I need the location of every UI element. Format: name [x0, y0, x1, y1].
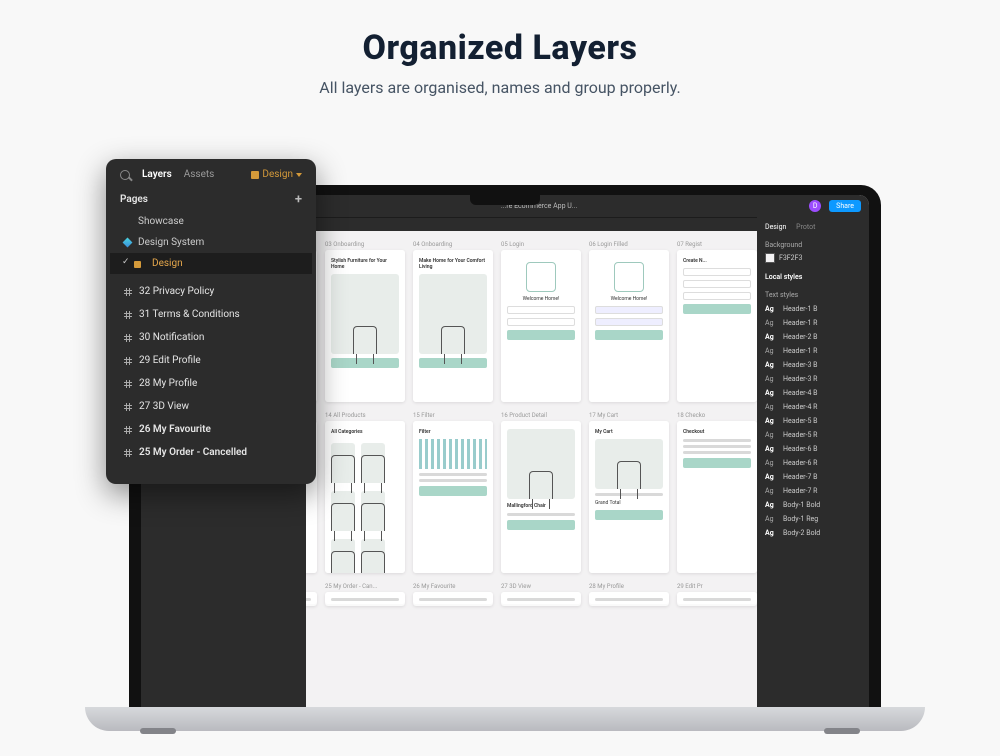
- artboard[interactable]: Filter: [413, 421, 493, 573]
- frame-label[interactable]: 27 3D View: [501, 583, 581, 590]
- frame-icon: [124, 426, 132, 434]
- artboard[interactable]: My CartGrand Total: [589, 421, 669, 573]
- frame-label[interactable]: 05 Login: [501, 241, 581, 248]
- layer-row[interactable]: 25 My Order - Cancelled: [110, 441, 312, 464]
- text-style-row[interactable]: AgHeader-6 B: [765, 445, 861, 453]
- artboard[interactable]: Stylish Furniture for Your Home: [325, 250, 405, 402]
- frame-icon: [124, 311, 132, 319]
- artboard[interactable]: Mallingford Chair: [501, 421, 581, 573]
- bg-hex[interactable]: F3F2F3: [779, 254, 802, 262]
- text-style-row[interactable]: AgHeader-5 B: [765, 417, 861, 425]
- share-button[interactable]: Share: [829, 200, 861, 212]
- frame-icon: [124, 449, 132, 457]
- text-style-row[interactable]: AgHeader-7 B: [765, 473, 861, 481]
- frame-icon: [124, 380, 132, 388]
- artboard[interactable]: [325, 592, 405, 606]
- bg-swatch[interactable]: [765, 253, 775, 263]
- background-label: Background: [765, 241, 861, 249]
- page-subtitle: All layers are organised, names and grou…: [0, 78, 1000, 97]
- add-page-icon[interactable]: +: [295, 192, 302, 207]
- inspect-panel: Design Protot Background F3F2F3 Local st…: [757, 217, 869, 707]
- frame-label[interactable]: 25 My Order - Can...: [325, 583, 405, 590]
- user-avatar[interactable]: D: [809, 200, 821, 212]
- layer-row[interactable]: 30 Notification: [110, 326, 312, 349]
- frame-label[interactable]: 26 My Favourite: [413, 583, 493, 590]
- laptop-foot: [824, 728, 860, 734]
- artboard[interactable]: Checkout: [677, 421, 757, 573]
- text-style-row[interactable]: AgHeader-5 R: [765, 431, 861, 439]
- artboard[interactable]: [589, 592, 669, 606]
- artboard[interactable]: All Categories: [325, 421, 405, 573]
- notch: [470, 195, 540, 205]
- layers-panel: Layers Assets Design Pages + Showcase De…: [106, 159, 316, 484]
- tab-layers[interactable]: Layers: [142, 169, 172, 180]
- laptop-foot: [140, 728, 176, 734]
- laptop-base: [85, 707, 925, 731]
- text-style-row[interactable]: AgHeader-4 B: [765, 389, 861, 397]
- tab-design[interactable]: Design: [765, 223, 786, 231]
- text-style-row[interactable]: AgHeader-2 B: [765, 333, 861, 341]
- frame-label[interactable]: 04 Onboarding: [413, 241, 493, 248]
- text-style-row[interactable]: AgHeader-6 R: [765, 459, 861, 467]
- search-icon[interactable]: [120, 170, 130, 180]
- artboard[interactable]: Welcome Home!: [501, 250, 581, 402]
- artboard[interactable]: [501, 592, 581, 606]
- layer-row[interactable]: 26 My Favourite: [110, 418, 312, 441]
- frame-label[interactable]: 29 Edit Pr: [677, 583, 757, 590]
- text-style-row[interactable]: AgHeader-1 R: [765, 319, 861, 327]
- pages-heading: Pages: [120, 194, 148, 205]
- frame-label[interactable]: 03 Onboarding: [325, 241, 405, 248]
- tab-assets[interactable]: Assets: [184, 169, 215, 180]
- tab-prototype[interactable]: Protot: [796, 223, 815, 231]
- text-styles-label: Text styles: [765, 291, 861, 299]
- chevron-down-icon: [296, 173, 302, 177]
- layer-row[interactable]: 27 3D View: [110, 395, 312, 418]
- page-item-showcase[interactable]: Showcase: [110, 211, 312, 232]
- text-style-row[interactable]: AgHeader-1 R: [765, 347, 861, 355]
- artboard[interactable]: Welcome Home!: [589, 250, 669, 402]
- artboard[interactable]: Create N...: [677, 250, 757, 402]
- text-style-row[interactable]: AgHeader-1 B: [765, 305, 861, 313]
- frame-icon: [124, 288, 132, 296]
- text-style-row[interactable]: AgHeader-7 R: [765, 487, 861, 495]
- frame-label[interactable]: 07 Regist: [677, 241, 757, 248]
- frame-label[interactable]: 15 Filter: [413, 412, 493, 419]
- page-title: Organized Layers: [0, 28, 1000, 68]
- artboard[interactable]: [413, 592, 493, 606]
- frame-icon: [124, 357, 132, 365]
- layer-row[interactable]: 29 Edit Profile: [110, 349, 312, 372]
- text-style-row[interactable]: AgBody-1 Bold: [765, 501, 861, 509]
- frame-label[interactable]: 06 Login Filled: [589, 241, 669, 248]
- page-item-design[interactable]: Design: [110, 253, 312, 274]
- text-style-row[interactable]: AgHeader-3 B: [765, 361, 861, 369]
- text-style-row[interactable]: AgHeader-4 R: [765, 403, 861, 411]
- layer-row[interactable]: 32 Privacy Policy: [110, 280, 312, 303]
- artboard[interactable]: [677, 592, 757, 606]
- text-style-row[interactable]: AgBody-2 Bold: [765, 529, 861, 537]
- frame-label[interactable]: 28 My Profile: [589, 583, 669, 590]
- page-color-icon: [251, 171, 259, 179]
- page-item-design-system[interactable]: Design System: [110, 232, 312, 253]
- artboard[interactable]: Make Home for Your Comfort Living: [413, 250, 493, 402]
- frame-icon: [124, 334, 132, 342]
- frame-label[interactable]: 18 Checko: [677, 412, 757, 419]
- layer-row[interactable]: 31 Terms & Conditions: [110, 303, 312, 326]
- frame-icon: [124, 403, 132, 411]
- text-style-row[interactable]: AgHeader-3 R: [765, 375, 861, 383]
- frame-label[interactable]: 16 Product Detail: [501, 412, 581, 419]
- frame-label[interactable]: 14 All Products: [325, 412, 405, 419]
- local-styles-label: Local styles: [765, 273, 861, 281]
- layer-row[interactable]: 28 My Profile: [110, 372, 312, 395]
- file-name[interactable]: ...re Ecommerce App U...: [277, 202, 801, 210]
- text-style-row[interactable]: AgBody-1 Reg: [765, 515, 861, 523]
- page-dropdown[interactable]: Design: [251, 169, 302, 180]
- frame-label[interactable]: 17 My Cart: [589, 412, 669, 419]
